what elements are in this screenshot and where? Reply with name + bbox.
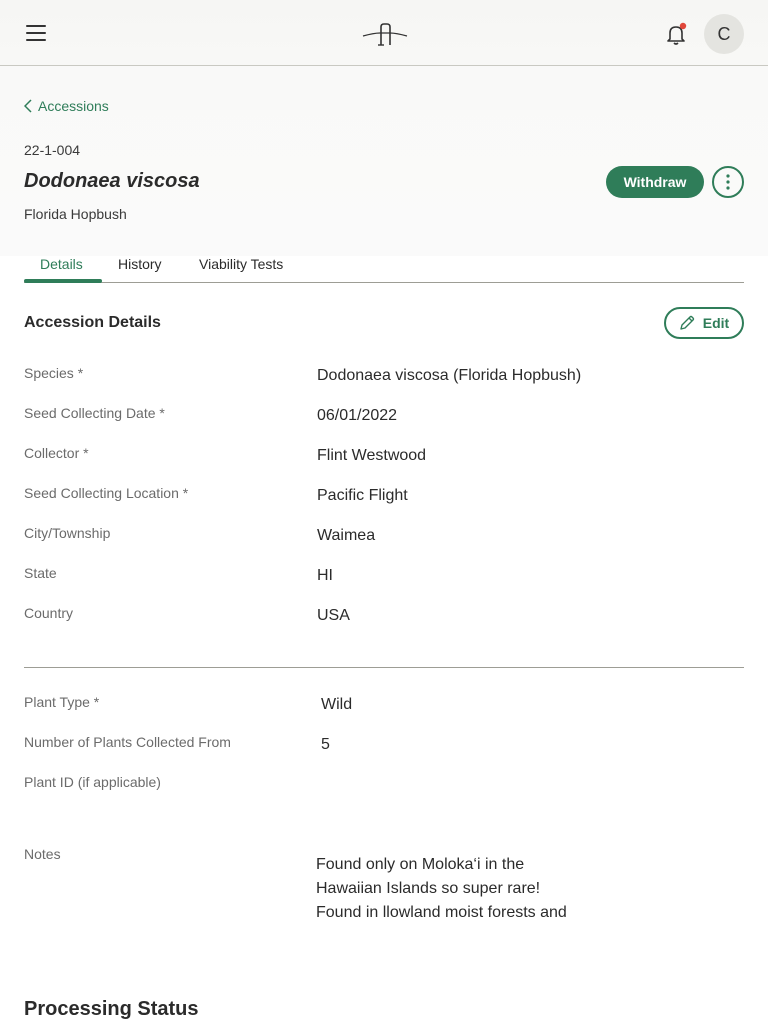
field-label: Seed Collecting Date * xyxy=(24,405,165,421)
chevron-left-icon xyxy=(24,99,32,113)
field-value: Pacific Flight xyxy=(317,487,408,504)
tab-bar: Details History Viability Tests xyxy=(24,256,744,283)
common-name: Florida Hopbush xyxy=(24,206,127,222)
field-label: Species * xyxy=(24,365,84,381)
field-label: Country xyxy=(24,605,74,621)
field-value: USA xyxy=(317,607,350,624)
field-label: Plant Type * xyxy=(24,694,100,710)
field-label: Collector * xyxy=(24,445,89,461)
field-label: Plant ID (if applicable) xyxy=(24,774,161,790)
field-label: Seed Collecting Location * xyxy=(24,485,189,501)
more-options-button[interactable] xyxy=(712,166,744,198)
field-value: Waimea xyxy=(317,527,376,544)
vertical-dots-icon xyxy=(726,174,730,190)
notes-text: Found only on Moloka‘i in the Hawaiian I… xyxy=(316,853,616,925)
notes-line: Found in llowland moist forests and xyxy=(316,904,567,921)
section-title-processing-status: Processing Status xyxy=(24,998,199,1020)
pencil-icon xyxy=(680,315,694,330)
app-logo-icon xyxy=(362,23,408,46)
edit-label: Edit xyxy=(702,315,730,331)
field-label: State xyxy=(24,565,57,581)
notes-line: Found only on Moloka‘i in the xyxy=(316,856,525,873)
section-divider xyxy=(24,667,744,668)
field-value: Dodonaea viscosa (Florida Hopbush) xyxy=(317,367,582,384)
field-label: Notes xyxy=(24,846,61,862)
user-avatar[interactable]: C xyxy=(704,14,744,54)
active-tab-indicator xyxy=(24,279,102,283)
accession-number: 22-1-004 xyxy=(24,142,81,158)
breadcrumb-accessions[interactable]: Accessions xyxy=(24,98,109,114)
section-title-accession-details: Accession Details xyxy=(24,314,161,331)
top-bar: C xyxy=(0,0,768,66)
hamburger-menu-icon[interactable] xyxy=(26,25,46,43)
notification-dot xyxy=(679,22,687,30)
field-label: City/Township xyxy=(24,525,111,541)
field-value: 5 xyxy=(321,736,330,753)
tab-viability-tests[interactable]: Viability Tests xyxy=(199,256,283,283)
field-label: Number of Plants Collected From xyxy=(24,734,231,750)
notes-line: Hawaiian Islands so super rare! xyxy=(316,880,541,897)
withdraw-button[interactable]: Withdraw xyxy=(606,166,704,198)
edit-button[interactable]: Edit xyxy=(664,307,744,339)
tab-history[interactable]: History xyxy=(118,256,162,283)
accession-header: Accessions 22-1-004 Dodonaea viscosa Flo… xyxy=(0,66,768,256)
field-value: 06/01/2022 xyxy=(317,407,398,424)
breadcrumb-label: Accessions xyxy=(38,98,109,114)
field-value: Wild xyxy=(321,696,353,713)
field-value: Flint Westwood xyxy=(317,447,427,464)
notification-bell-icon[interactable] xyxy=(664,22,688,46)
species-title: Dodonaea viscosa xyxy=(24,170,200,192)
field-value: HI xyxy=(317,567,333,584)
